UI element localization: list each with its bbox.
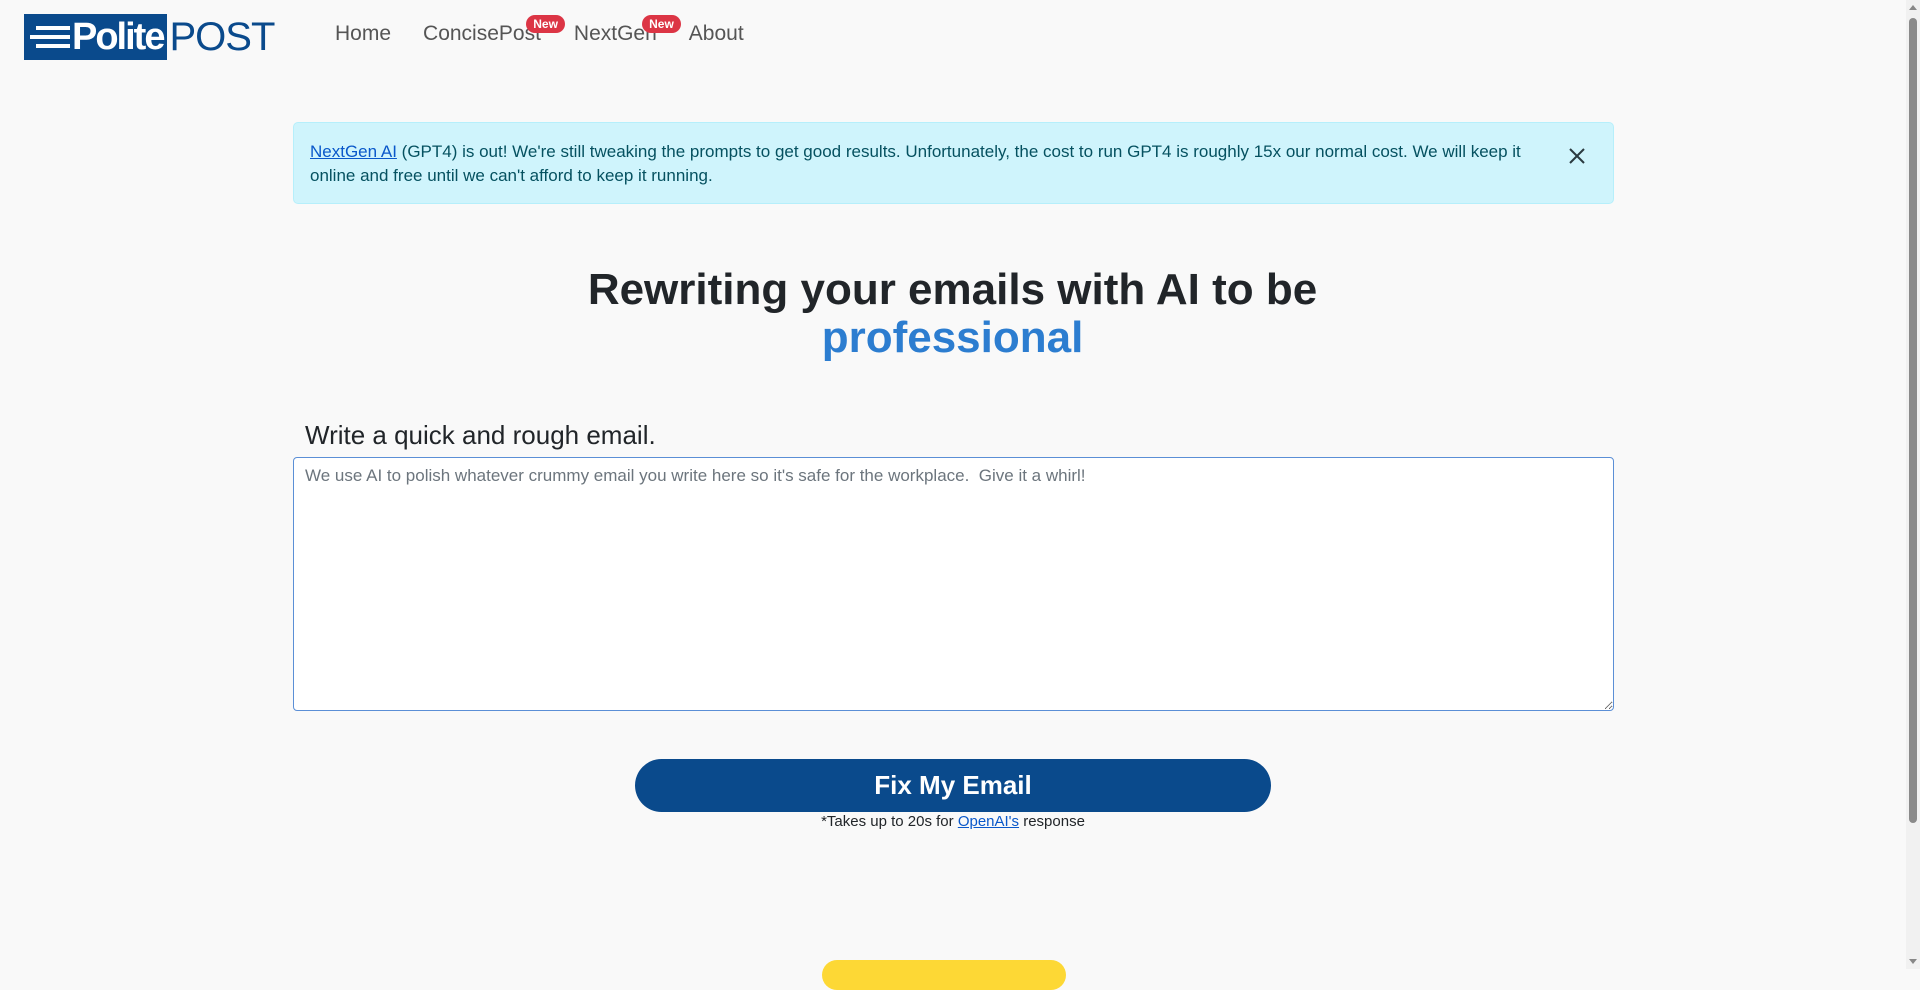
navbar: Polite POST Home ConcisePost New NextGen… xyxy=(0,0,1900,74)
nav-links: Home ConcisePost New NextGen New About xyxy=(335,15,776,46)
logo-text-post: POST xyxy=(169,15,275,59)
nav-nextgen[interactable]: NextGen New xyxy=(574,15,681,46)
scrollbar-thumb[interactable] xyxy=(1909,18,1917,823)
nav-about-label: About xyxy=(688,22,744,45)
vertical-scrollbar[interactable] xyxy=(1906,0,1920,969)
page-title: Rewriting your emails with AI to be prof… xyxy=(0,266,1905,362)
note-suffix: response xyxy=(1019,813,1085,830)
scroll-up-arrow-icon[interactable] xyxy=(1909,5,1917,10)
new-badge: New xyxy=(526,15,565,33)
email-input[interactable] xyxy=(293,457,1614,711)
nav-home[interactable]: Home xyxy=(335,22,391,46)
response-time-note: *Takes up to 20s for OpenAI's response xyxy=(0,813,1906,830)
logo-bars-icon xyxy=(30,26,70,48)
note-prefix: *Takes up to 20s for xyxy=(821,813,958,830)
close-icon[interactable] xyxy=(1563,142,1591,170)
headline-accent: professional xyxy=(821,313,1084,362)
nav-concisepost[interactable]: ConcisePost New xyxy=(423,15,565,46)
brand-logo[interactable]: Polite POST xyxy=(24,14,275,60)
nav-home-label: Home xyxy=(335,22,392,45)
info-alert: NextGen AI (GPT4) is out! We're still tw… xyxy=(293,122,1614,204)
yellow-button-partial[interactable] xyxy=(822,960,1066,990)
headline-text: Rewriting your emails with AI to be xyxy=(587,265,1318,314)
fix-my-email-button[interactable]: Fix My Email xyxy=(635,759,1271,812)
nextgen-ai-link[interactable]: NextGen AI xyxy=(310,142,397,161)
scroll-down-arrow-icon[interactable] xyxy=(1909,959,1917,964)
new-badge: New xyxy=(642,15,681,33)
openai-link[interactable]: OpenAI's xyxy=(958,813,1019,830)
alert-message: (GPT4) is out! We're still tweaking the … xyxy=(310,142,1521,185)
logo-mark: Polite xyxy=(24,14,168,60)
logo-text-polite: Polite xyxy=(72,16,165,58)
nav-about[interactable]: About xyxy=(689,22,744,46)
email-input-label: Write a quick and rough email. xyxy=(305,420,656,450)
nav-concisepost-label: ConcisePost xyxy=(423,22,541,45)
